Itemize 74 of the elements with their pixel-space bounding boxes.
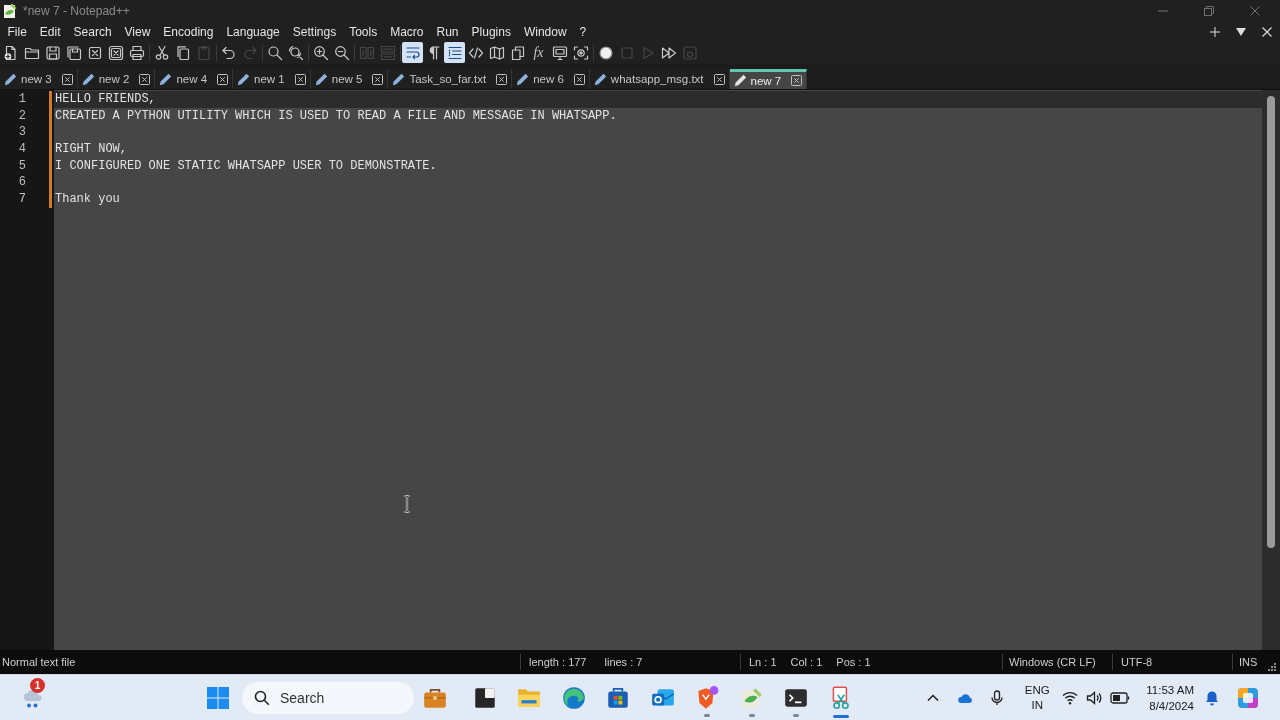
line-number: 1 — [17, 91, 27, 108]
menu-item[interactable]: Settings — [286, 22, 343, 41]
menu-item[interactable]: Search — [67, 22, 119, 41]
pencil-icon — [733, 74, 747, 87]
search-icon — [254, 689, 270, 706]
pencil-icon — [159, 72, 173, 86]
menu-item[interactable]: ? — [573, 22, 593, 41]
speaker-icon[interactable] — [1086, 689, 1103, 706]
line-number: 6 — [17, 174, 27, 191]
vertical-scrollbar[interactable] — [1262, 90, 1280, 650]
close-icon[interactable] — [61, 73, 73, 85]
line-number: 3 — [17, 124, 27, 141]
close-icon[interactable] — [217, 73, 229, 85]
wifi-icon[interactable] — [1062, 689, 1079, 706]
pencil-icon — [314, 72, 328, 86]
menu-item[interactable]: Language — [219, 22, 287, 41]
code-line: CREATED A PYTHON UTILITY WHICH IS USED TO READ A FILE AND MESSAGE IN WHATSAPP. — [54, 107, 618, 125]
pencil-icon — [392, 72, 406, 86]
resize-grip-icon[interactable] — [1266, 661, 1276, 671]
clock[interactable]: 11:53 AM 8/4/2024 — [1146, 681, 1194, 714]
menu-item[interactable]: Plugins — [465, 22, 518, 41]
start-icon[interactable] — [206, 685, 230, 710]
menu-item[interactable]: Macro — [383, 22, 430, 41]
restore-icon[interactable] — [1204, 6, 1214, 16]
notepad-icon — [3, 3, 17, 19]
search-field[interactable]: Search — [242, 681, 414, 714]
dropdown-triangle-icon[interactable] — [1236, 26, 1246, 37]
insert-mode-label: INS — [1239, 656, 1258, 668]
close-icon[interactable] — [573, 73, 585, 85]
menu-item[interactable]: File — [1, 22, 34, 41]
close-icon[interactable] — [139, 73, 151, 85]
pencil-icon — [4, 72, 17, 86]
pencil-icon — [81, 72, 95, 86]
position-label: Pos : 1 — [836, 656, 871, 668]
line-number: 2 — [17, 107, 27, 125]
line-label: Ln : 1 — [749, 656, 777, 668]
lines-label: lines : 7 — [604, 656, 643, 668]
tab[interactable]: new 7 — [729, 69, 808, 89]
close-icon[interactable] — [372, 73, 384, 85]
pencil-icon — [593, 72, 607, 86]
plus-icon[interactable] — [1210, 26, 1220, 37]
close-icon[interactable] — [294, 73, 306, 85]
battery-icon[interactable] — [1110, 690, 1131, 705]
function-list-button[interactable]: fx — [528, 42, 549, 63]
window-title: *new 7 - Notepad++ — [23, 4, 130, 18]
column-label: Col : 1 — [790, 656, 823, 668]
close-icon[interactable] — [713, 73, 725, 85]
close-icon[interactable] — [496, 73, 508, 85]
bell-icon[interactable] — [1204, 689, 1220, 706]
menu-item[interactable]: Window — [517, 22, 574, 41]
length-label: length : 177 — [529, 656, 587, 668]
menu-item[interactable]: Edit — [33, 22, 68, 41]
text-cursor-icon — [403, 495, 411, 513]
code-line: RIGHT NOW, — [54, 140, 128, 158]
app-tile-icon[interactable] — [1237, 686, 1259, 709]
line-number: 7 — [17, 190, 27, 208]
line-number: 5 — [17, 157, 27, 175]
file-type-label: Normal text file — [2, 656, 76, 668]
menu-item[interactable]: Encoding — [156, 22, 220, 41]
menu-item[interactable]: Run — [430, 22, 466, 41]
browser-icon[interactable] — [560, 684, 587, 711]
notification-badge: 1 — [30, 677, 45, 693]
code-line: Thank you — [54, 190, 121, 208]
pencil-icon — [237, 72, 251, 86]
encoding-label: UTF-8 — [1121, 656, 1153, 668]
menu-item[interactable]: Tools — [342, 22, 384, 41]
code-line: I CONFIGURED ONE STATIC WHATSAPP USER TO DEMONSTRATE. — [54, 157, 438, 175]
language-indicator[interactable]: ENG IN — [1019, 682, 1056, 713]
menu-item[interactable]: View — [118, 22, 157, 41]
line-number: 4 — [17, 140, 27, 158]
pencil-icon — [516, 72, 530, 86]
line-ending-label: Windows (CR LF) — [1009, 656, 1096, 668]
close-icon[interactable] — [791, 75, 803, 86]
scrollbar-thumb[interactable] — [1267, 96, 1275, 548]
